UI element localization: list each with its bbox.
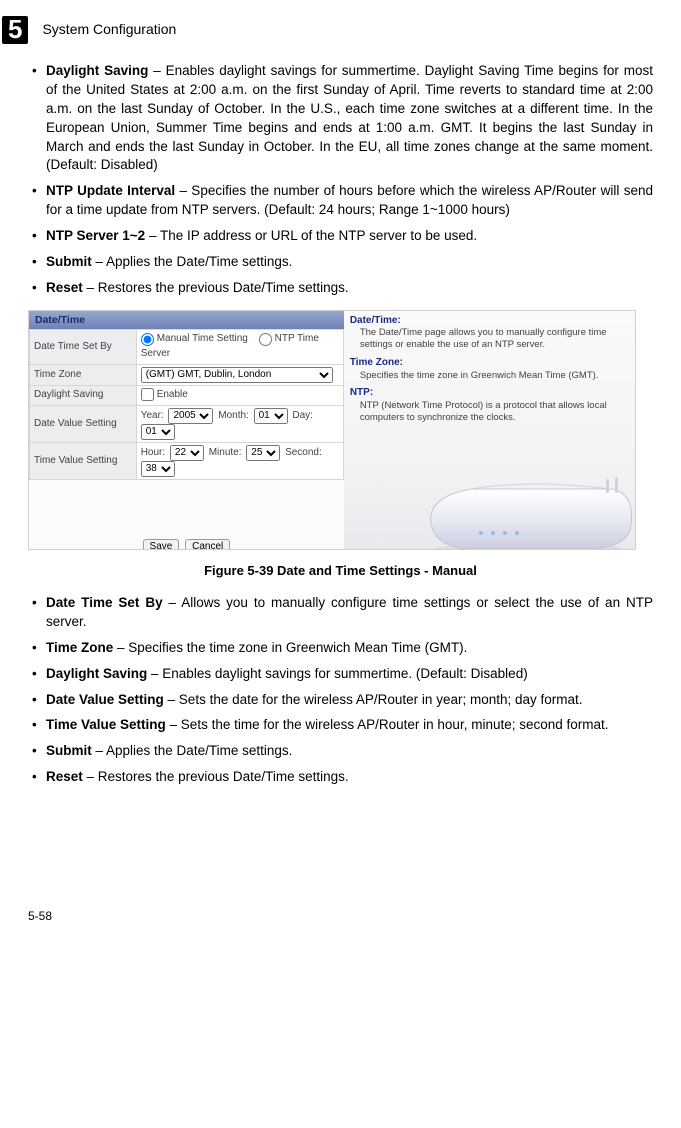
row-label: Time Value Setting [30,442,137,479]
definition: – Sets the time for the wireless AP/Rout… [166,717,609,732]
hour-label: Hour: [141,447,165,458]
minute-label: Minute: [209,447,242,458]
list-item: Time Value Setting – Sets the time for t… [28,716,653,735]
list-item: Submit – Applies the Date/Time settings. [28,742,653,761]
day-select[interactable]: 01 [141,424,175,440]
router-icon [411,443,636,550]
term: Submit [46,743,92,758]
term: Daylight Saving [46,666,147,681]
panel-title: Date/Time [29,311,344,330]
month-label: Month: [218,410,249,421]
daylight-enable-checkbox[interactable] [141,388,154,401]
settings-form: Date/Time Date Time Set By Manual Time S… [29,311,344,549]
help-block: Time Zone: Specifies the time zone in Gr… [350,357,629,381]
row-control: Year: 2005 Month: 01 Day: 01 [136,405,343,442]
feature-list-top: Daylight Saving – Enables daylight savin… [28,62,653,298]
month-select[interactable]: 01 [254,408,288,424]
help-block: NTP: NTP (Network Time Protocol) is a pr… [350,387,629,423]
button-row: Save Cancel [29,536,344,550]
term: Submit [46,254,92,269]
definition: – Sets the date for the wireless AP/Rout… [164,692,583,707]
definition: – Enables daylight savings for summertim… [147,666,527,681]
term: Date Time Set By [46,595,163,610]
row-control: Manual Time Setting NTP Time Server [136,330,343,364]
row-control: (GMT) GMT, Dublin, London [136,364,343,385]
year-select[interactable]: 2005 [168,408,213,424]
term: Time Zone [46,640,113,655]
list-item: Reset – Restores the previous Date/Time … [28,768,653,787]
definition: – Enables daylight savings for summertim… [46,63,653,172]
second-select[interactable]: 38 [141,461,175,477]
second-label: Second: [285,447,322,458]
list-item: Date Time Set By – Allows you to manuall… [28,594,653,632]
help-title: NTP: [350,387,629,400]
timezone-select[interactable]: (GMT) GMT, Dublin, London [141,367,333,383]
manual-time-radio[interactable] [141,333,154,346]
row-label: Daylight Saving [30,385,137,405]
row-control: Enable [136,385,343,405]
table-row: Daylight Saving Enable [30,385,344,405]
row-control: Hour: 22 Minute: 25 Second: 38 [136,442,343,479]
term: Daylight Saving [46,63,148,78]
list-item: NTP Server 1~2 – The IP address or URL o… [28,227,653,246]
row-label: Date Value Setting [30,405,137,442]
help-block: Date/Time: The Date/Time page allows you… [350,315,629,351]
settings-table: Date Time Set By Manual Time Setting NTP… [29,329,344,479]
radio-label: Manual Time Setting [157,333,248,344]
help-text: The Date/Time page allows you to manuall… [350,327,629,351]
list-item: Daylight Saving – Enables daylight savin… [28,665,653,684]
chapter-title: System Configuration [42,20,176,40]
term: Date Value Setting [46,692,164,707]
row-label: Date Time Set By [30,330,137,364]
chapter-heading: 5 System Configuration [2,16,653,44]
definition: – The IP address or URL of the NTP serve… [145,228,477,243]
term: Reset [46,280,83,295]
list-item: Reset – Restores the previous Date/Time … [28,279,653,298]
term: Time Value Setting [46,717,166,732]
help-title: Date/Time: [350,315,629,328]
term: NTP Server 1~2 [46,228,145,243]
figure-caption: Figure 5-39 Date and Time Settings - Man… [28,562,653,580]
chapter-badge: 5 [2,16,28,44]
list-item: Daylight Saving – Enables daylight savin… [28,62,653,175]
table-row: Time Value Setting Hour: 22 Minute: 25 S… [30,442,344,479]
year-label: Year: [141,410,164,421]
help-sidebar: Date/Time: The Date/Time page allows you… [344,311,635,549]
table-row: Time Zone (GMT) GMT, Dublin, London [30,364,344,385]
definition: – Applies the Date/Time settings. [92,254,293,269]
term: NTP Update Interval [46,183,175,198]
minute-select[interactable]: 25 [246,445,280,461]
table-row: Date Value Setting Year: 2005 Month: 01 … [30,405,344,442]
help-text: NTP (Network Time Protocol) is a protoco… [350,400,629,424]
ntp-time-radio[interactable] [259,333,272,346]
save-button[interactable]: Save [143,539,180,550]
spacer [28,799,653,919]
list-item: Time Zone – Specifies the time zone in G… [28,639,653,658]
cancel-button[interactable]: Cancel [185,539,230,550]
feature-list-bottom: Date Time Set By – Allows you to manuall… [28,594,653,787]
definition: – Restores the previous Date/Time settin… [83,769,349,784]
help-title: Time Zone: [350,357,629,370]
definition: – Applies the Date/Time settings. [92,743,293,758]
list-item: NTP Update Interval – Specifies the numb… [28,182,653,220]
screenshot-panel: Date/Time Date Time Set By Manual Time S… [28,310,636,550]
row-label: Time Zone [30,364,137,385]
list-item: Submit – Applies the Date/Time settings. [28,253,653,272]
definition: – Specifies the time zone in Greenwich M… [113,640,467,655]
day-label: Day: [292,410,313,421]
definition: – Restores the previous Date/Time settin… [83,280,349,295]
checkbox-label: Enable [157,389,188,400]
hour-select[interactable]: 22 [170,445,204,461]
list-item: Date Value Setting – Sets the date for t… [28,691,653,710]
term: Reset [46,769,83,784]
help-text: Specifies the time zone in Greenwich Mea… [350,370,629,382]
table-row: Date Time Set By Manual Time Setting NTP… [30,330,344,364]
page-number: 5-58 [28,908,52,925]
figure-5-39: Date/Time Date Time Set By Manual Time S… [28,310,653,580]
